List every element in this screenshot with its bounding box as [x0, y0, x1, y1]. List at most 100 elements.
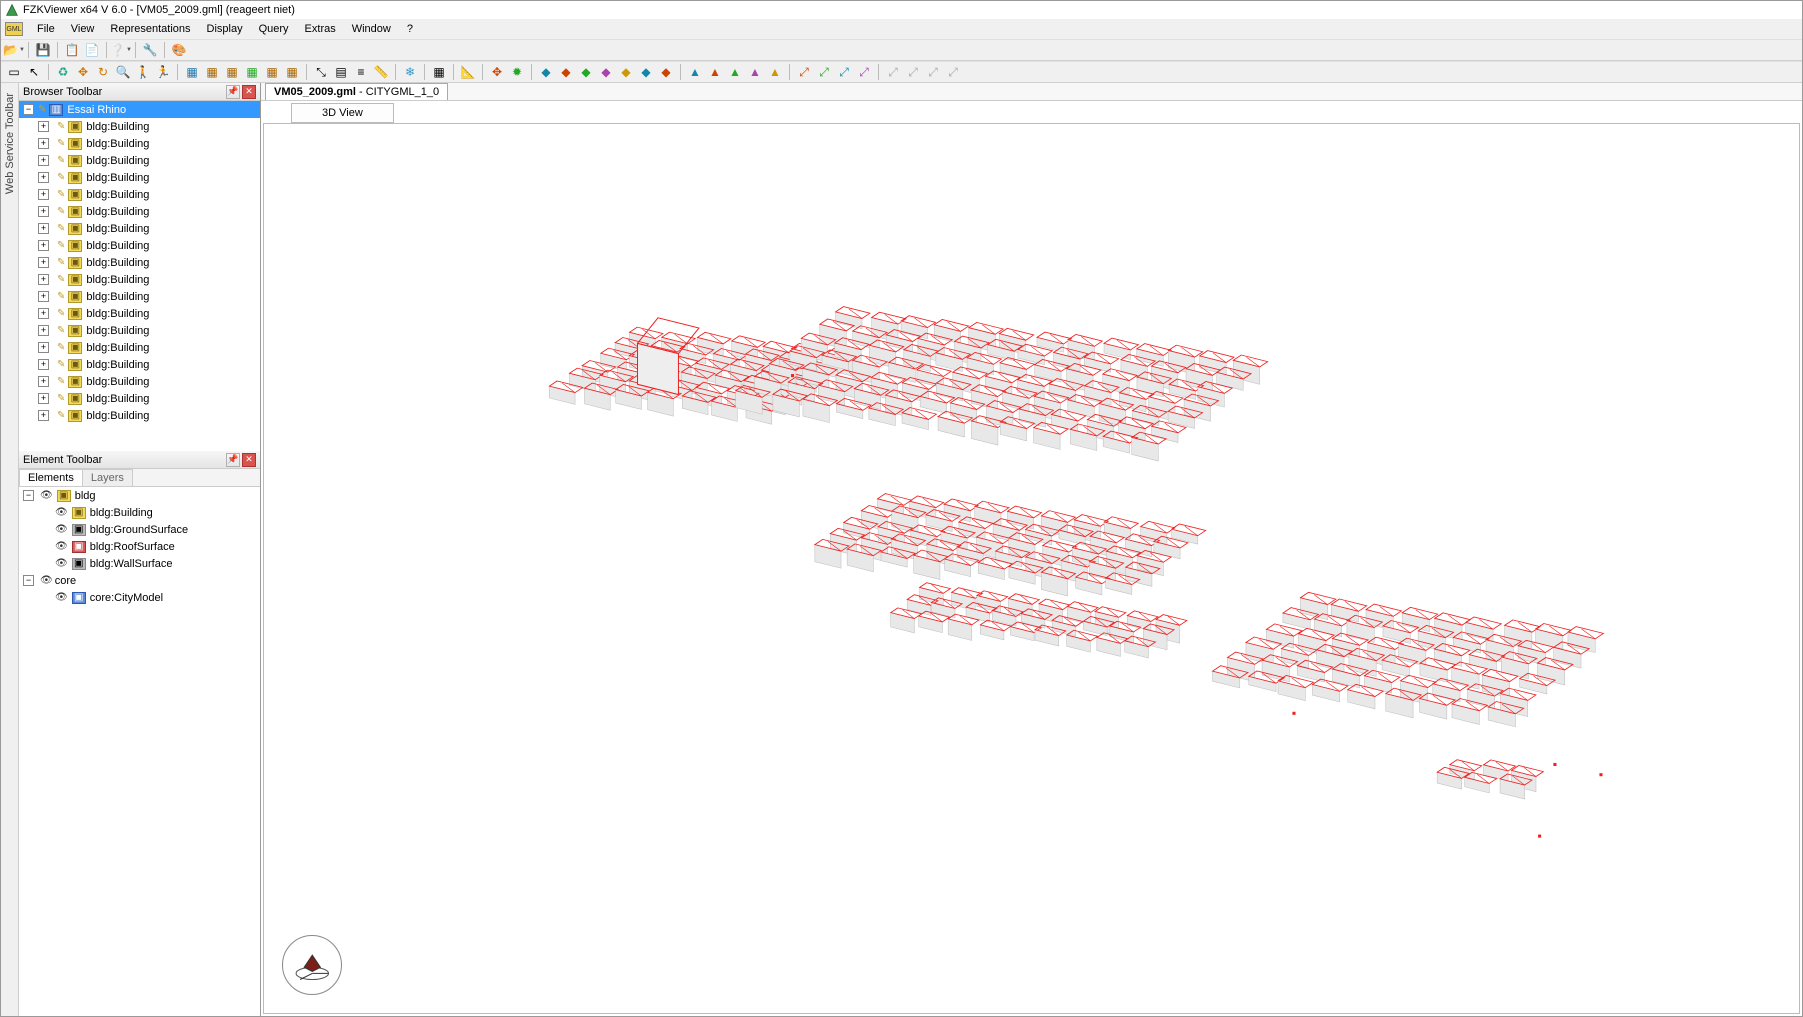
tree-item-building[interactable]: +✎▣bldg:Building: [19, 339, 260, 356]
snow-icon[interactable]: ❄: [401, 63, 419, 81]
palette-icon[interactable]: 🎨: [170, 41, 188, 59]
expand-icon[interactable]: +: [38, 291, 49, 302]
nav-3-icon[interactable]: ◆: [577, 63, 595, 81]
view-tab-3d[interactable]: 3D View: [291, 103, 394, 123]
expand-icon[interactable]: +: [38, 189, 49, 200]
box-a-icon[interactable]: ▦: [183, 63, 201, 81]
gray-4-icon[interactable]: ⤢: [944, 63, 962, 81]
recycle-icon[interactable]: ♻: [54, 63, 72, 81]
pin-icon[interactable]: 📌: [226, 85, 240, 99]
paste-icon[interactable]: 📄: [83, 41, 101, 59]
box-b-icon[interactable]: ▦: [203, 63, 221, 81]
expand-icon[interactable]: +: [38, 121, 49, 132]
up-3-icon[interactable]: ▲: [726, 63, 744, 81]
menu-representations[interactable]: Representations: [102, 21, 198, 37]
element-tree-item[interactable]: −👁▣bldg: [19, 487, 260, 504]
nav-2-icon[interactable]: ◆: [557, 63, 575, 81]
tree-item-building[interactable]: +✎▣bldg:Building: [19, 322, 260, 339]
document-tab[interactable]: VM05_2009.gml - CITYGML_1_0: [265, 83, 448, 100]
expand-icon[interactable]: +: [38, 410, 49, 421]
exp-2-icon[interactable]: ⤢: [815, 63, 833, 81]
open-icon[interactable]: 📂▼: [5, 41, 23, 59]
expand-icon[interactable]: +: [38, 308, 49, 319]
tree-item-building[interactable]: +✎▣bldg:Building: [19, 169, 260, 186]
tree-item-building[interactable]: +✎▣bldg:Building: [19, 407, 260, 424]
menu-query[interactable]: Query: [251, 21, 297, 37]
cursor-frame-icon[interactable]: ▭: [5, 63, 23, 81]
browser-tree[interactable]: −✎▥Essai Rhino+✎▣bldg:Building+✎▣bldg:Bu…: [19, 101, 260, 451]
grid-icon[interactable]: ▤: [332, 63, 350, 81]
tab-elements[interactable]: Elements: [19, 469, 83, 486]
orientation-compass-icon[interactable]: [282, 935, 342, 995]
exp-3-icon[interactable]: ⤢: [835, 63, 853, 81]
close-icon[interactable]: ✕: [242, 453, 256, 467]
collapse-icon[interactable]: −: [23, 104, 34, 115]
arrow-icon[interactable]: ↖: [25, 63, 43, 81]
visibility-icon[interactable]: 👁: [40, 490, 53, 501]
menu-extras[interactable]: Extras: [297, 21, 344, 37]
visibility-icon[interactable]: 👁: [55, 524, 68, 535]
box-e-icon[interactable]: ▦: [263, 63, 281, 81]
tree-item-building[interactable]: +✎▣bldg:Building: [19, 237, 260, 254]
wrench-icon[interactable]: 🔧: [141, 41, 159, 59]
tree-item-building[interactable]: +✎▣bldg:Building: [19, 288, 260, 305]
expand-icon[interactable]: +: [38, 393, 49, 404]
axis-icon[interactable]: ⤡: [312, 63, 330, 81]
box-d-icon[interactable]: ▦: [243, 63, 261, 81]
save-icon[interactable]: 💾: [34, 41, 52, 59]
tree-item-building[interactable]: +✎▣bldg:Building: [19, 373, 260, 390]
tree-item-building[interactable]: +✎▣bldg:Building: [19, 152, 260, 169]
pin-icon[interactable]: 📌: [226, 453, 240, 467]
gray-1-icon[interactable]: ⤢: [884, 63, 902, 81]
measure-icon[interactable]: 📐: [459, 63, 477, 81]
exp-4-icon[interactable]: ⤢: [855, 63, 873, 81]
tree-root[interactable]: −✎▥Essai Rhino: [19, 101, 260, 118]
expand-icon[interactable]: +: [38, 172, 49, 183]
up-5-icon[interactable]: ▲: [766, 63, 784, 81]
expand-icon[interactable]: +: [38, 257, 49, 268]
collapse-icon[interactable]: −: [23, 575, 34, 586]
menu-display[interactable]: Display: [199, 21, 251, 37]
element-tree-item[interactable]: 👁▣core:CityModel: [19, 589, 260, 606]
tree-item-building[interactable]: +✎▣bldg:Building: [19, 220, 260, 237]
close-icon[interactable]: ✕: [242, 85, 256, 99]
expand-icon[interactable]: +: [38, 155, 49, 166]
element-tree-item[interactable]: 👁▣bldg:RoofSurface: [19, 538, 260, 555]
ruler-icon[interactable]: 📏: [372, 63, 390, 81]
menu-view[interactable]: View: [63, 21, 103, 37]
visibility-icon[interactable]: 👁: [55, 507, 68, 518]
visibility-icon[interactable]: 👁: [55, 558, 68, 569]
expand-icon[interactable]: +: [38, 138, 49, 149]
expand-icon[interactable]: +: [38, 223, 49, 234]
menu-help[interactable]: ?: [399, 21, 421, 37]
3d-viewport[interactable]: [263, 123, 1800, 1014]
expand-icon[interactable]: +: [38, 342, 49, 353]
nav-4-icon[interactable]: ◆: [597, 63, 615, 81]
box-f-icon[interactable]: ▦: [283, 63, 301, 81]
visibility-icon[interactable]: 👁: [55, 592, 68, 603]
target-icon[interactable]: ✹: [508, 63, 526, 81]
menu-window[interactable]: Window: [344, 21, 399, 37]
element-tree[interactable]: −👁▣bldg👁▣bldg:Building👁▣bldg:GroundSurfa…: [19, 487, 260, 1016]
tree-item-building[interactable]: +✎▣bldg:Building: [19, 305, 260, 322]
visibility-icon[interactable]: 👁: [55, 541, 68, 552]
nav-1-icon[interactable]: ◆: [537, 63, 555, 81]
tab-layers[interactable]: Layers: [82, 469, 133, 486]
up-2-icon[interactable]: ▲: [706, 63, 724, 81]
tree-item-building[interactable]: +✎▣bldg:Building: [19, 254, 260, 271]
web-service-toolbar-strip[interactable]: Web Service Toolbar: [1, 83, 19, 1016]
up-4-icon[interactable]: ▲: [746, 63, 764, 81]
colors-icon[interactable]: ▦: [430, 63, 448, 81]
visibility-icon[interactable]: 👁: [40, 575, 53, 586]
element-tree-item[interactable]: 👁▣bldg:Building: [19, 504, 260, 521]
tree-item-building[interactable]: +✎▣bldg:Building: [19, 203, 260, 220]
up-1-icon[interactable]: ▲: [686, 63, 704, 81]
nav-5-icon[interactable]: ◆: [617, 63, 635, 81]
tree-item-building[interactable]: +✎▣bldg:Building: [19, 118, 260, 135]
pan-icon[interactable]: ✥: [74, 63, 92, 81]
nav-7-icon[interactable]: ◆: [657, 63, 675, 81]
walk-icon[interactable]: 🚶: [134, 63, 152, 81]
copy-icon[interactable]: 📋: [63, 41, 81, 59]
element-tree-item[interactable]: 👁▣bldg:GroundSurface: [19, 521, 260, 538]
element-tree-item[interactable]: 👁▣bldg:WallSurface: [19, 555, 260, 572]
